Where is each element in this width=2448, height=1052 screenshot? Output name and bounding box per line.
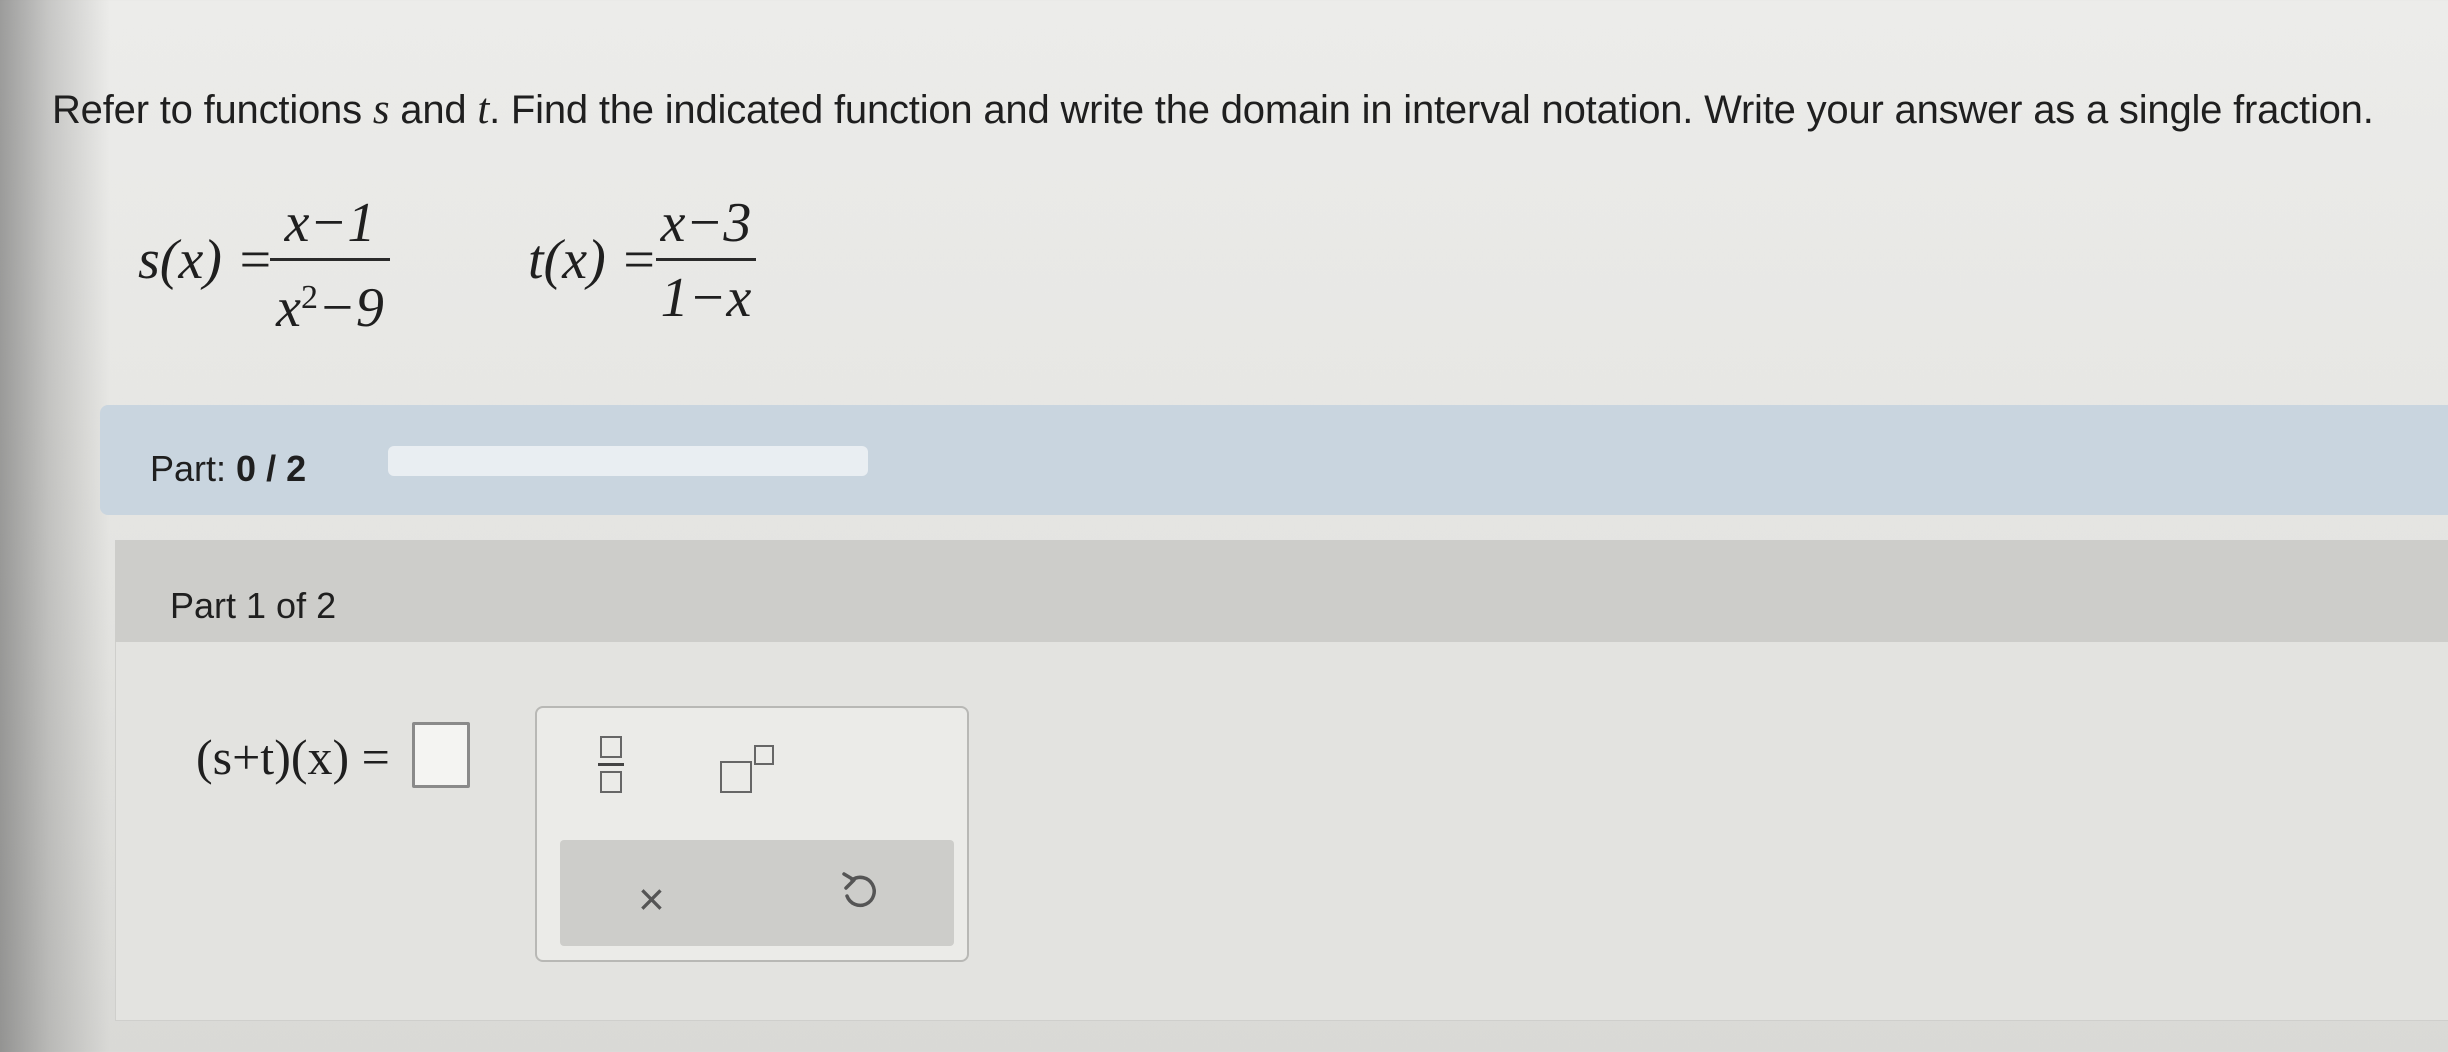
- part-header: [115, 540, 2448, 642]
- t-function-lhs: t(x) =: [528, 229, 658, 291]
- answer-input[interactable]: [412, 722, 470, 788]
- screen-edge-shadow: [0, 0, 110, 1052]
- toolbox-actions: [560, 840, 954, 946]
- s-function-fraction: x−1 x2−9: [270, 192, 390, 339]
- part-title: Part 1 of 2: [170, 585, 337, 626]
- t-denominator: 1−x: [660, 267, 752, 329]
- s-function-lhs: s(x) =: [138, 229, 274, 291]
- answer-expression: (s+t)(x) =: [196, 729, 390, 785]
- s-denominator: x2−9: [276, 277, 384, 339]
- progress-track: [388, 446, 868, 476]
- problem-instructions: Refer to functions s and t. Find the ind…: [52, 86, 2374, 133]
- part-progress-label: Part: 0 / 2: [150, 448, 307, 489]
- fraction-icon[interactable]: [598, 736, 624, 793]
- clear-icon[interactable]: ×: [638, 872, 665, 926]
- t-function-fraction: x−3 1−x: [656, 192, 756, 329]
- s-numerator: x−1: [284, 192, 376, 254]
- undo-icon[interactable]: [838, 868, 882, 921]
- t-numerator: x−3: [660, 192, 752, 254]
